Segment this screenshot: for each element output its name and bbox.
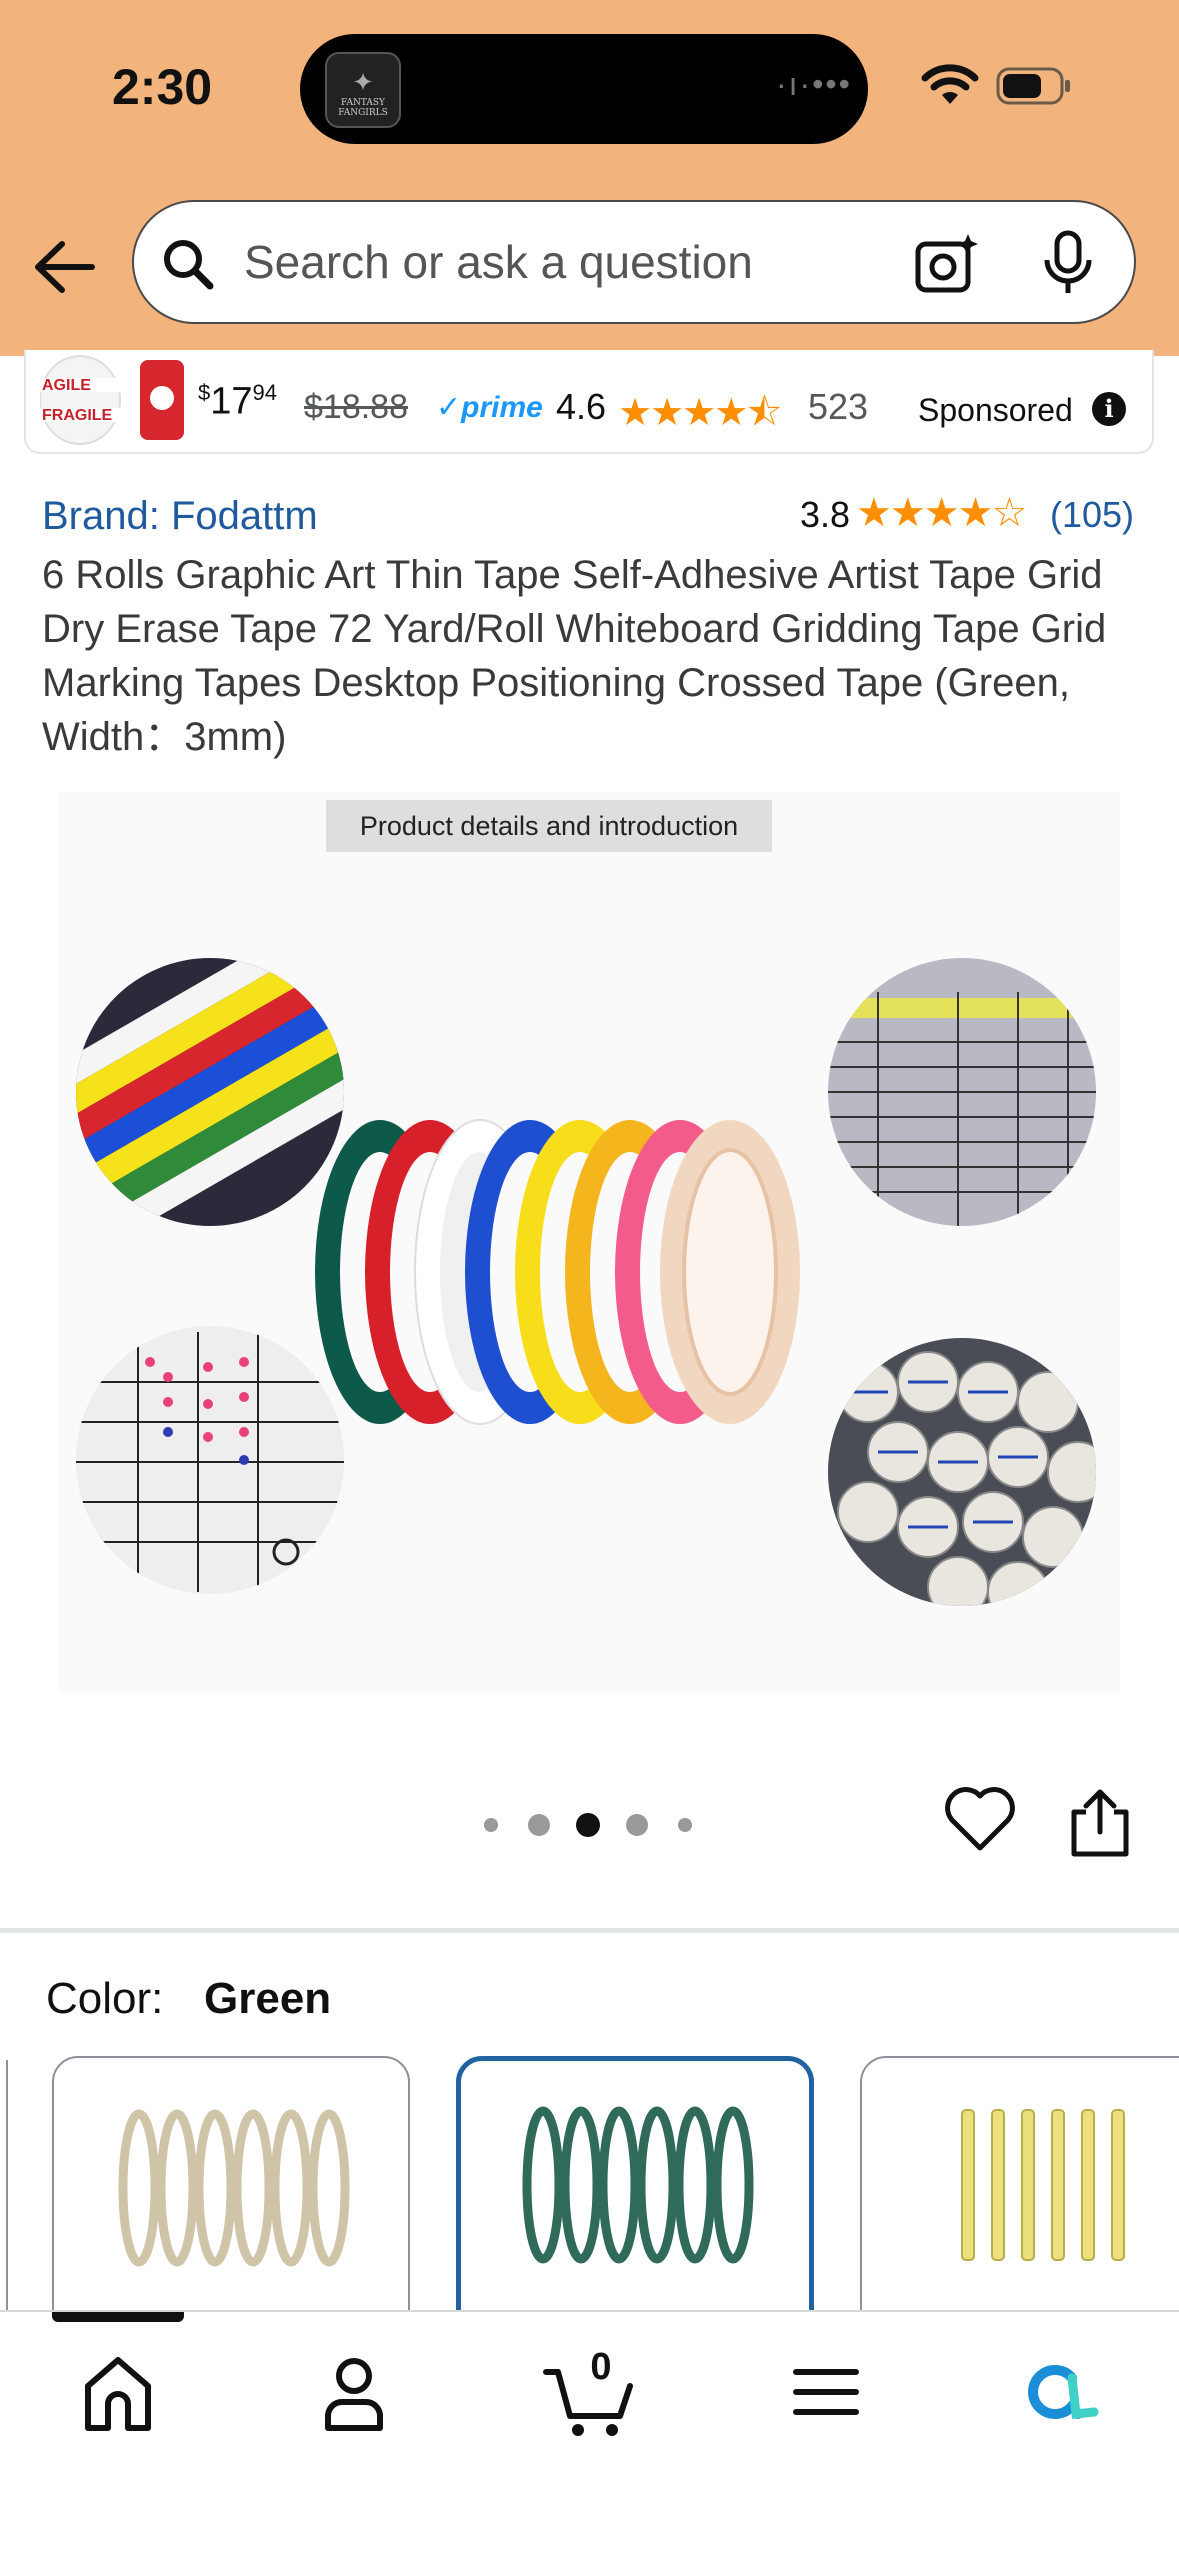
color-label: Color: [46,1974,164,2023]
selected-color-value: Green [204,1974,332,2023]
ad-old-price: $18.88 [304,388,408,426]
island-activity-indicator: ·ı·••• [776,66,852,102]
ad-rating: 4.6 [556,386,607,427]
ad-thumb-text-1: AGILE [42,377,91,394]
carousel-dot[interactable] [484,1818,498,1832]
product-rating: 3.8 [800,494,851,535]
heart-icon[interactable] [944,1786,1016,1854]
island-app-label: FANTASY FANGIRLS [338,98,388,118]
tape-product-illustration [76,958,1096,1606]
ad-price-fraction: 94 [252,380,278,405]
product-star-rating[interactable]: ★★★★☆ [856,490,1027,536]
brand-link[interactable]: Brand: Fodattm [42,494,318,539]
back-arrow-icon[interactable] [30,232,100,302]
status-time: 2:30 [112,59,213,115]
carousel-dot[interactable] [626,1814,648,1836]
bottom-navigation: 0 [0,2310,1179,2556]
info-icon[interactable]: i [1092,392,1126,426]
section-divider [0,1928,1179,1933]
ad-star-rating: ★★★★⯪ [618,392,782,434]
account-icon[interactable] [304,2342,404,2442]
camera-search-icon[interactable] [914,230,980,296]
swatch-partial-left[interactable] [0,2060,8,2320]
home-icon[interactable] [68,2342,168,2442]
carousel-dot[interactable] [678,1818,692,1832]
app-header: 2:30 ✦ FANTASY FANGIRLS ·ı·••• [0,0,1179,356]
ad-thumb-text-2: FRAGILE [42,407,113,424]
ad-price-currency: $ [198,380,211,405]
cart-count: 0 [590,2346,612,2388]
battery-icon [996,67,1070,105]
ad-review-count: 523 [808,386,869,427]
review-count-link[interactable]: (105) [1050,494,1134,536]
prime-badge: ✓prime [436,391,543,424]
sponsored-product-ad[interactable]: AGILE FRAGILE $1794 $18.88 ✓prime 4.6 ★★… [24,350,1154,454]
ad-price-whole: 17 [210,380,253,423]
island-app-icon: ✦ FANTASY FANGIRLS [325,52,401,128]
rufus-ai-icon[interactable] [1012,2342,1112,2442]
wifi-icon [921,64,979,104]
product-image[interactable]: Product details and introduction [58,792,1120,1692]
search-icon [164,240,214,290]
carousel-dot-active[interactable] [576,1813,600,1837]
search-input[interactable] [244,202,964,322]
microphone-icon[interactable] [1040,230,1096,296]
product-title: 6 Rolls Graphic Art Thin Tape Self-Adhes… [42,553,1107,759]
share-icon[interactable] [1068,1786,1132,1858]
sponsored-label: Sponsored [918,392,1073,428]
menu-icon[interactable] [776,2342,876,2442]
search-bar[interactable] [132,200,1136,324]
ad-price: $1794 [198,380,277,424]
nav-active-indicator [52,2312,184,2322]
ad-product-thumbnail: AGILE FRAGILE [40,350,190,446]
carousel-dot[interactable] [528,1814,550,1836]
